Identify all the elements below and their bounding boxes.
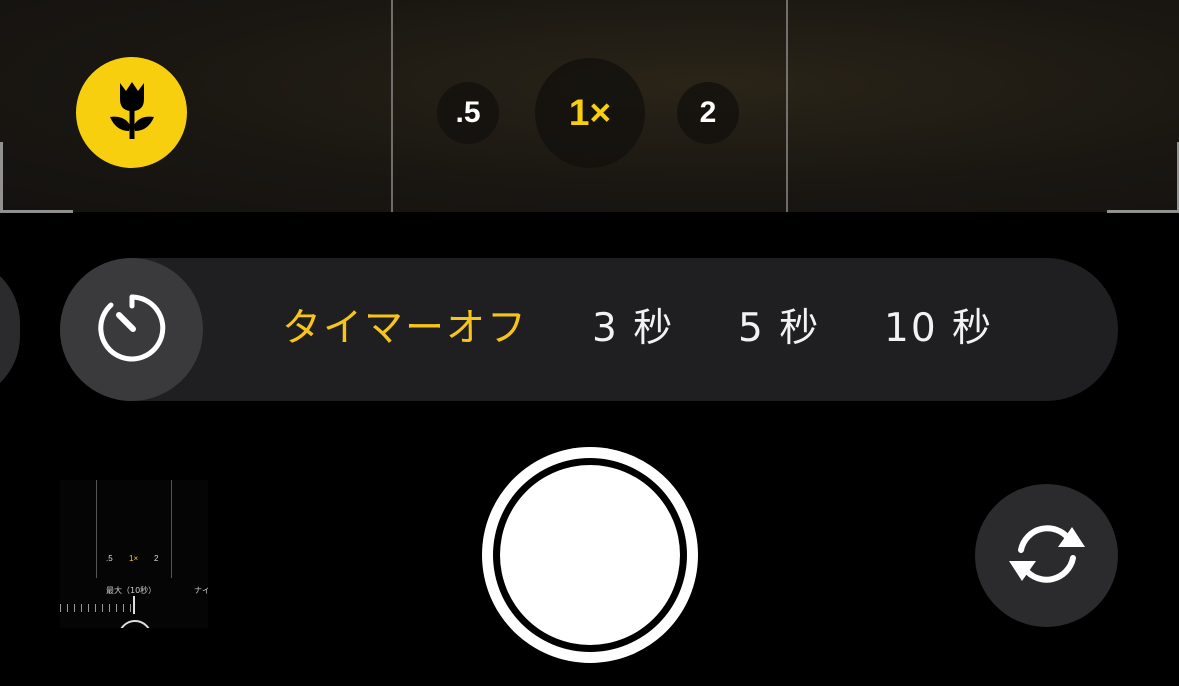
thumbnail-zoom-label: 1×: [129, 554, 139, 563]
timer-option-off[interactable]: タイマーオフ: [282, 304, 528, 354]
thumbnail-grid-line: [171, 480, 172, 578]
zoom-button-1x[interactable]: 1×: [535, 58, 645, 168]
tulip-icon: [102, 79, 162, 147]
timer-option-10s[interactable]: 10 秒: [884, 304, 993, 354]
timer-option-3s[interactable]: 3 秒: [592, 304, 674, 354]
zoom-button-0.5x[interactable]: .5: [437, 82, 499, 144]
thumbnail-dial-indicator: [133, 596, 135, 614]
viewfinder[interactable]: .5 1× 2: [0, 0, 1179, 213]
grid-line: [391, 0, 393, 212]
camera-flip-icon: [1006, 513, 1088, 599]
zoom-label: .5: [455, 96, 481, 129]
camera-screen: .5 1× 2 タイマーオフ 3 秒 5 秒 10 秒 .5 1× 2 最大（1…: [0, 0, 1179, 686]
grid-line: [786, 0, 788, 212]
focus-corner-bracket: [1107, 142, 1179, 213]
timer-options-bar: タイマーオフ 3 秒 5 秒 10 秒: [60, 258, 1118, 401]
thumbnail-grid-line: [96, 480, 97, 578]
thumbnail-dial-ticks: [60, 604, 132, 612]
timer-button[interactable]: [60, 258, 203, 401]
last-photo-thumbnail[interactable]: .5 1× 2 最大（10秒） ナイ: [60, 480, 208, 628]
thumbnail-caption: 最大（10秒）: [106, 586, 157, 595]
timer-option-5s[interactable]: 5 秒: [738, 304, 820, 354]
zoom-label: 1×: [568, 92, 612, 133]
camera-flip-button[interactable]: [975, 484, 1118, 627]
macro-toggle-button[interactable]: [76, 57, 187, 168]
timer-icon: [97, 293, 167, 367]
shutter-button-inner[interactable]: [500, 465, 680, 645]
thumbnail-zoom-label: 2: [154, 554, 159, 563]
zoom-label: 2: [699, 96, 717, 129]
focus-corner-bracket: [0, 142, 73, 213]
thumbnail-caption: ナイ: [194, 586, 208, 595]
zoom-button-2x[interactable]: 2: [677, 82, 739, 144]
previous-option-button[interactable]: [0, 258, 20, 401]
thumbnail-shutter-ring: [118, 620, 152, 628]
thumbnail-zoom-label: .5: [106, 554, 113, 563]
